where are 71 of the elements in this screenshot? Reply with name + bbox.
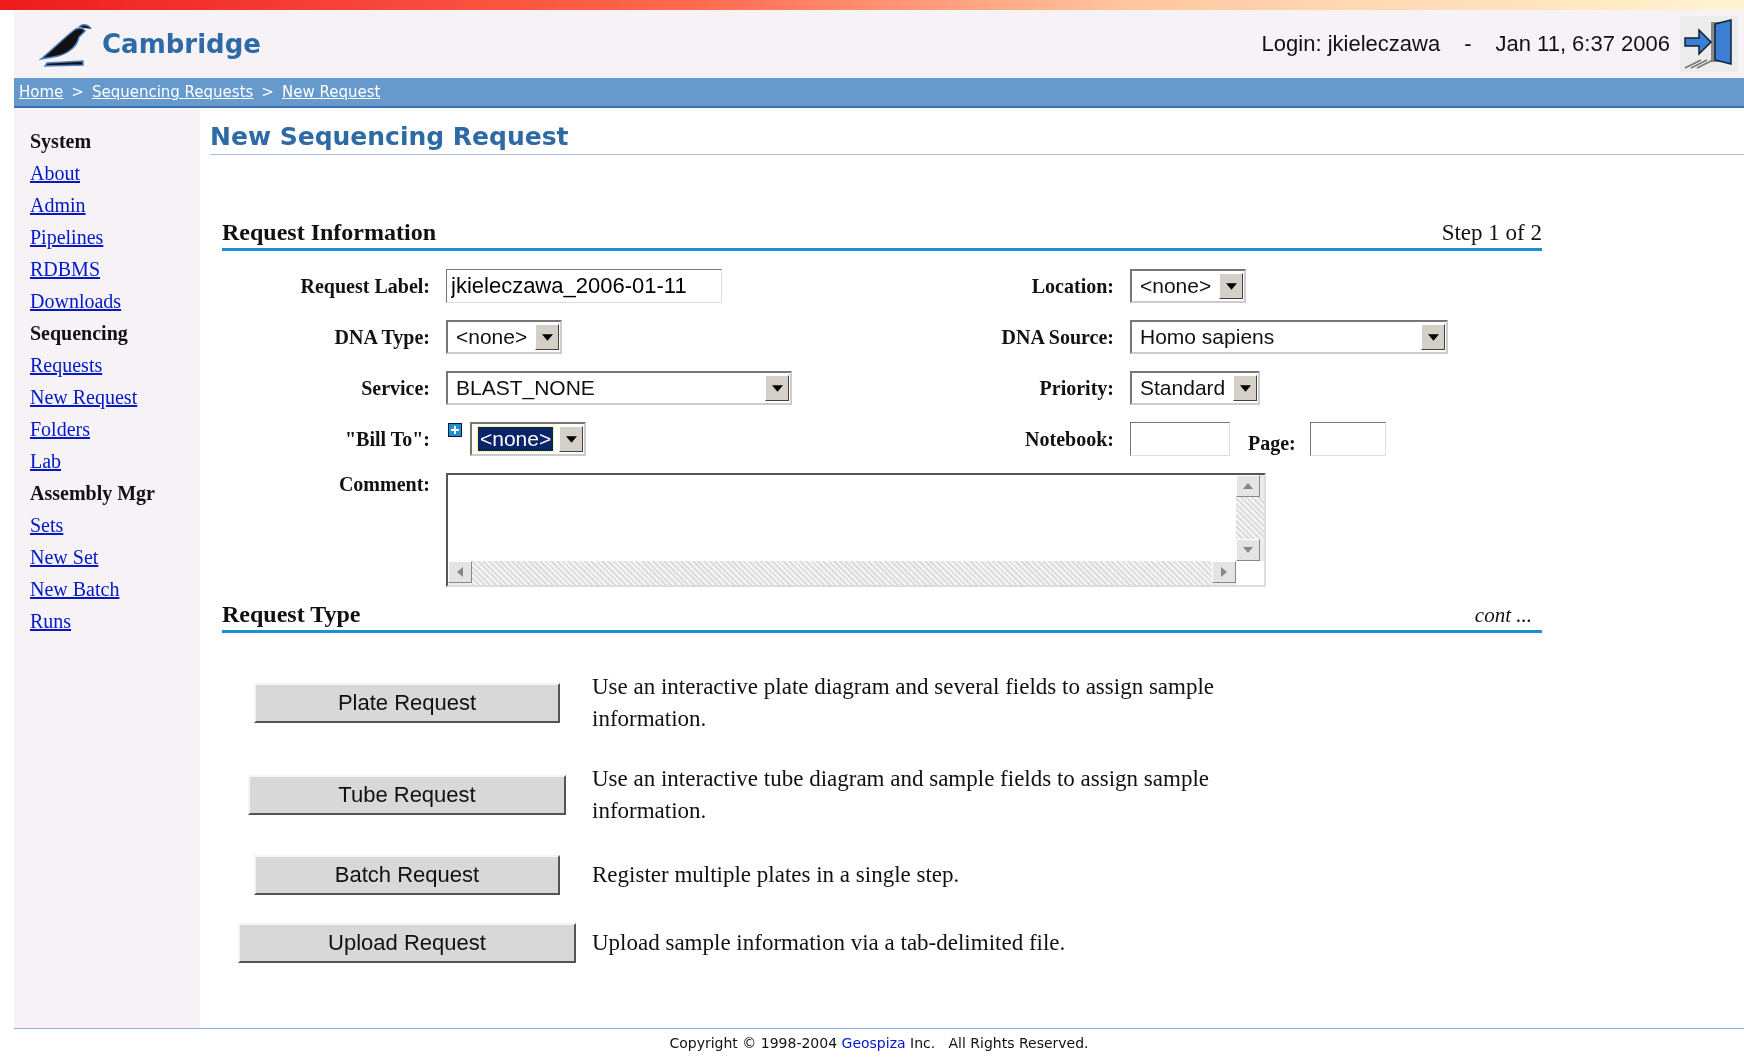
sidebar-link[interactable]: About [30, 162, 200, 188]
dropdown-arrow-icon [1239, 384, 1251, 392]
continue-link[interactable]: cont ... [1474, 603, 1542, 628]
field-label: "Bill To": [343, 427, 430, 451]
option-description: Register multiple plates in a single step. [592, 861, 961, 889]
scrollbar[interactable] [448, 561, 1236, 585]
sidebar-link[interactable]: Admin [30, 194, 200, 220]
dropdown-arrow-icon [1427, 333, 1439, 341]
field-label: DNA Type: [333, 325, 430, 349]
text-field[interactable]: jkieleczawa_2006-01-11 [446, 269, 722, 303]
option-description: Upload sample information via a tab-delimited file. [592, 929, 1067, 957]
field-label: Service: [360, 376, 430, 400]
request-type-button[interactable]: Tube Request [248, 775, 566, 815]
separator-text: - [1464, 31, 1472, 57]
scroll-up-icon[interactable] [1243, 483, 1253, 489]
scroll-right-icon[interactable] [1221, 567, 1227, 577]
step-indicator: Step 1 of 2 [1441, 220, 1542, 246]
dropdown[interactable]: <none> [1130, 269, 1247, 303]
dropdown[interactable]: Homo sapiens [1130, 320, 1448, 354]
sidebar-link[interactable]: New Request [30, 386, 200, 412]
option-description: Use an interactive plate diagram and several fields to assign sample information. [592, 673, 1216, 733]
copyright-text: Copyright © 1998-2004 Geospiza Inc. All Rights Reserved. [669, 1035, 1089, 1051]
dropdown[interactable]: Standard [1130, 371, 1261, 405]
sidebar-link[interactable]: Sets [30, 514, 200, 540]
dropdown[interactable]: <none> [470, 422, 587, 456]
logout-icon[interactable] [1680, 16, 1738, 72]
breadcrumb-separator: > [71, 83, 84, 101]
request-type-button[interactable]: Plate Request [254, 683, 560, 723]
sidebar-link[interactable]: RDBMS [30, 258, 200, 284]
sidebar-link[interactable]: Pipelines [30, 226, 200, 252]
sidebar-link[interactable]: Folders [30, 418, 200, 444]
sidebar-heading: Assembly Mgr [30, 482, 156, 507]
dropdown-arrow-icon [565, 435, 577, 443]
scrollbar[interactable] [1236, 475, 1264, 561]
text-field[interactable] [1130, 422, 1230, 456]
option-description: Use an interactive tube diagram and sample fields to assign sample information. [592, 765, 1210, 825]
field-label: Page: [1248, 431, 1296, 455]
request-type-button[interactable]: Batch Request [254, 855, 560, 895]
request-type-button[interactable]: Upload Request [238, 923, 576, 963]
sidebar-link[interactable]: Downloads [30, 290, 200, 316]
company-link[interactable]: Geospiza [841, 1035, 906, 1051]
field-label: Priority: [1038, 376, 1114, 400]
text-field[interactable] [1309, 422, 1386, 456]
dropdown-arrow-icon [541, 333, 553, 341]
field-label: Location: [1030, 274, 1114, 298]
sidebar-link[interactable]: Runs [30, 610, 200, 636]
field-label: Request Label: [299, 274, 430, 298]
scroll-down-icon[interactable] [1243, 547, 1253, 553]
dropdown-arrow-icon [1225, 282, 1237, 290]
scroll-left-icon[interactable] [457, 567, 463, 577]
dropdown[interactable]: BLAST_NONE [446, 371, 792, 405]
sidebar-heading: Sequencing [30, 322, 129, 347]
comment-field[interactable] [446, 473, 1266, 587]
field-label: DNA Source: [1000, 325, 1114, 349]
sidebar-link[interactable]: New Batch [30, 578, 200, 604]
breadcrumb-separator: > [261, 83, 274, 101]
dropdown-arrow-icon [771, 384, 783, 392]
sidebar-heading: System [30, 130, 93, 155]
dropdown[interactable]: <none> [446, 320, 563, 354]
sidebar-link[interactable]: Requests [30, 354, 200, 380]
sidebar-link[interactable]: Lab [30, 450, 200, 476]
section-title: Request Information [222, 219, 436, 246]
field-label: Notebook: [1024, 427, 1114, 451]
brand-name: Cambridge [102, 29, 261, 59]
date-time: Jan 11, 6:37 2006 [1495, 31, 1670, 57]
login-text: Login: jkieleczawa [1261, 31, 1441, 57]
section-title: Request Type [222, 601, 361, 628]
add-button[interactable] [448, 423, 462, 437]
field-label: Comment: [337, 473, 430, 496]
sidebar-link[interactable]: New Set [30, 546, 200, 572]
page-title: New Sequencing Request [210, 122, 1744, 155]
